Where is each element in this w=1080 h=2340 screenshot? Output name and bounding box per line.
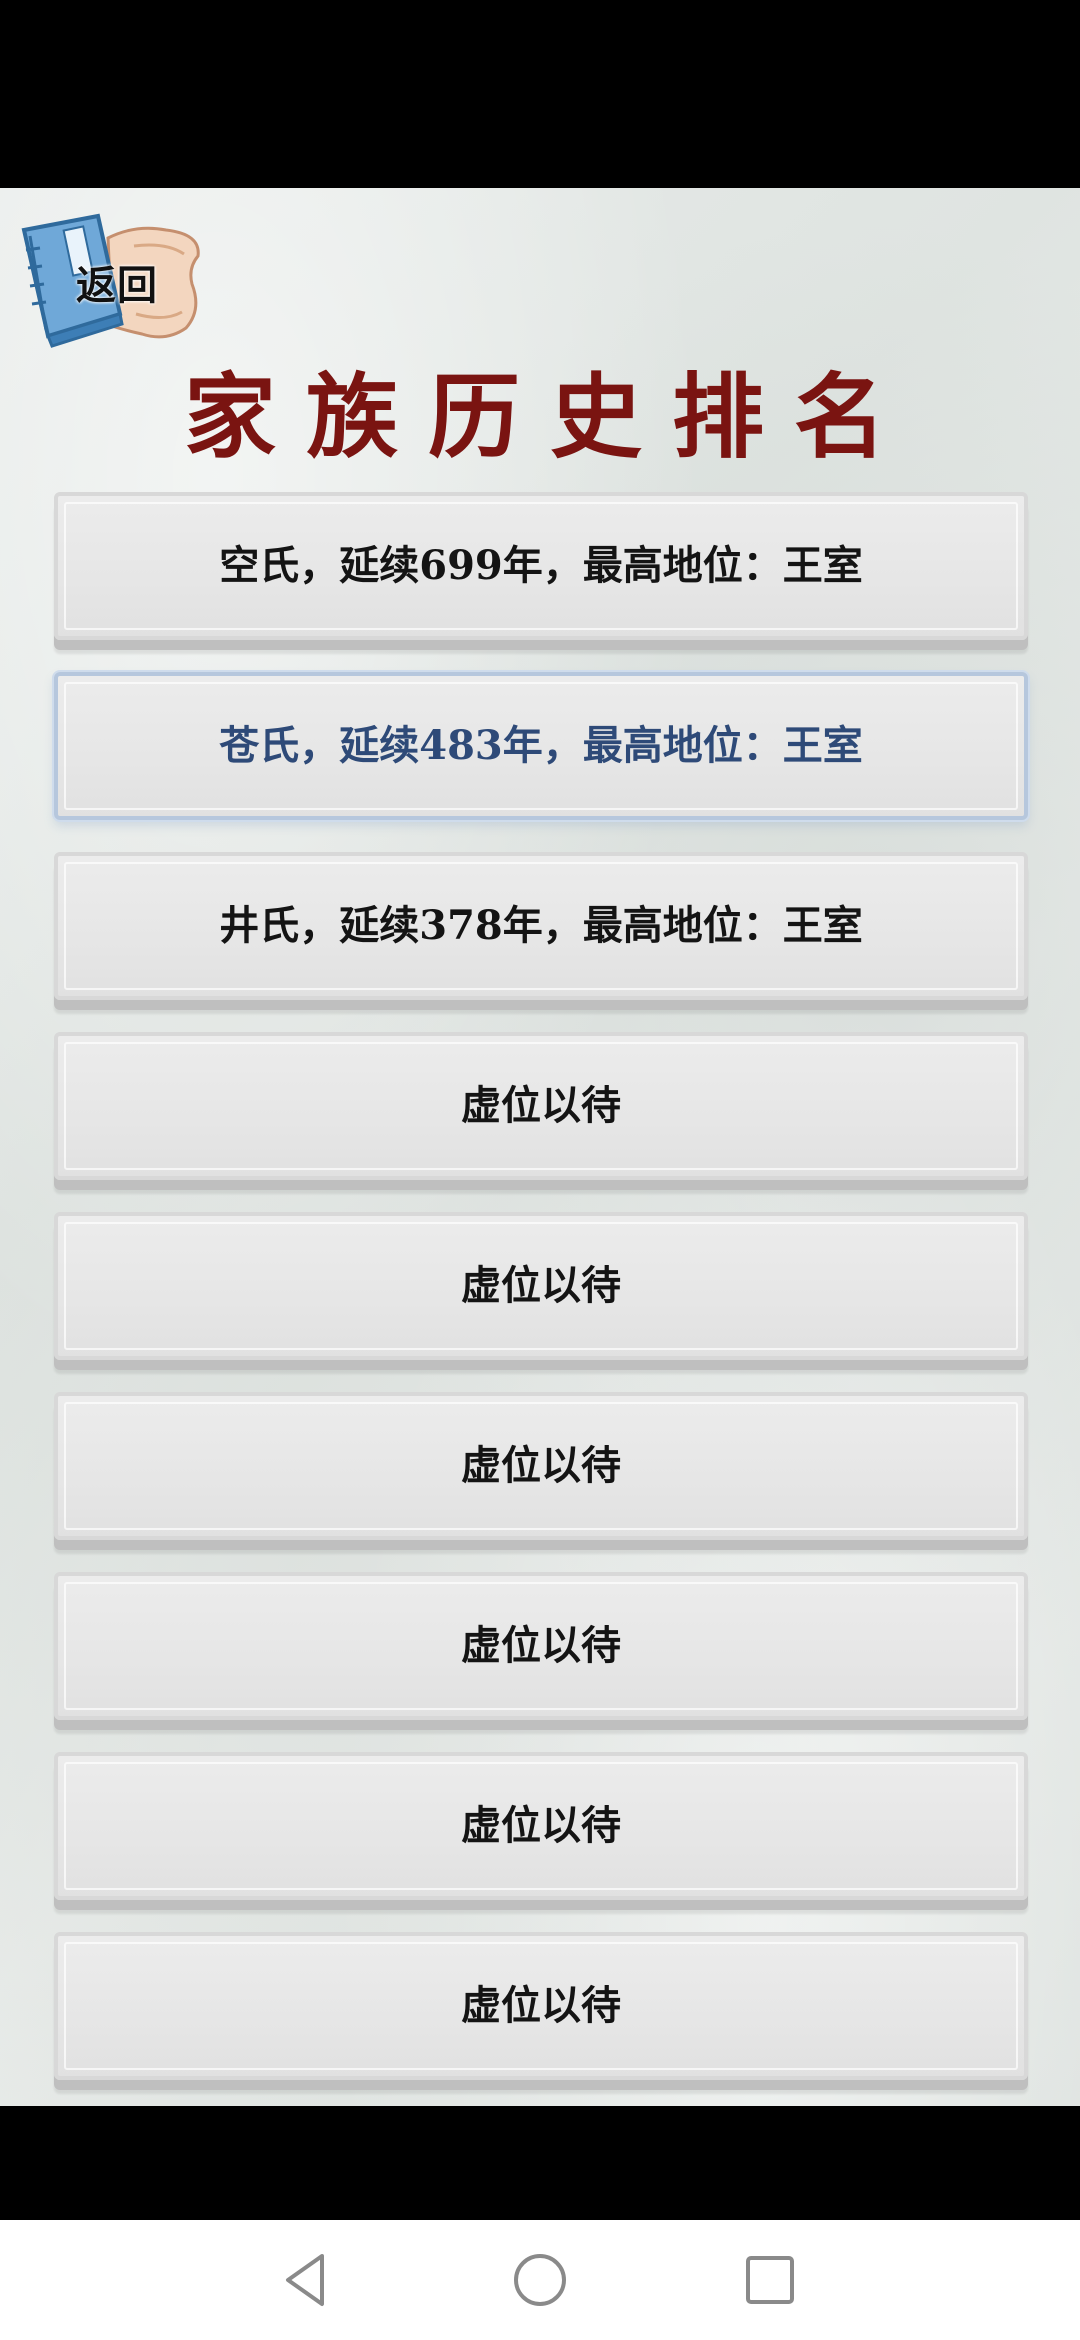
ranking-item-6[interactable]: 虚位以待 — [50, 1392, 1030, 1554]
ranking-item-4[interactable]: 虚位以待 — [50, 1032, 1030, 1194]
back-button[interactable]: 返回 — [16, 210, 206, 350]
ranking-item-7[interactable]: 虚位以待 — [50, 1572, 1030, 1734]
ranking-item-2[interactable]: 苍氏，延续483年，最高地位：王室 — [50, 672, 1030, 834]
ranking-item-1[interactable]: 空氏，延续699年，最高地位：王室 — [50, 492, 1030, 654]
ranking-item-label: 虚位以待 — [461, 1262, 621, 1309]
ranking-item-8[interactable]: 虚位以待 — [50, 1752, 1030, 1914]
family-ranking-list: 空氏，延续699年，最高地位：王室 苍氏，延续483年，最高地位：王室 井氏，延… — [50, 492, 1030, 2106]
page-title: 家族历史排名 — [183, 363, 916, 471]
back-label: 返回 — [76, 263, 158, 309]
ranking-item-label: 空氏，延续699年，最高地位：王室 — [219, 542, 863, 589]
ranking-item-label: 井氏，延续378年，最高地位：王室 — [219, 902, 863, 949]
ranking-item-label: 虚位以待 — [461, 1622, 621, 1669]
game-screen: 返回 家族历史排名 空氏，延续699年，最高地位：王室 苍氏，延续483年，最高… — [0, 188, 1080, 2106]
ranking-item-5[interactable]: 虚位以待 — [50, 1212, 1030, 1374]
ranking-item-label: 苍氏，延续483年，最高地位：王室 — [219, 722, 863, 769]
bottom-black-bar — [0, 2106, 1080, 2220]
system-navigation-bar — [0, 2220, 1080, 2340]
ranking-item-9[interactable]: 虚位以待 — [50, 1932, 1030, 2094]
ranking-item-label: 虚位以待 — [461, 1082, 621, 1129]
ranking-item-label: 虚位以待 — [461, 1442, 621, 1489]
home-circle-icon[interactable] — [508, 2248, 572, 2312]
back-triangle-icon[interactable] — [276, 2248, 340, 2312]
ranking-item-label: 虚位以待 — [461, 1982, 621, 2029]
recents-square-icon[interactable] — [738, 2248, 802, 2312]
status-bar — [0, 0, 1080, 188]
ranking-item-label: 虚位以待 — [461, 1802, 621, 1849]
ranking-item-3[interactable]: 井氏，延续378年，最高地位：王室 — [50, 852, 1030, 1014]
